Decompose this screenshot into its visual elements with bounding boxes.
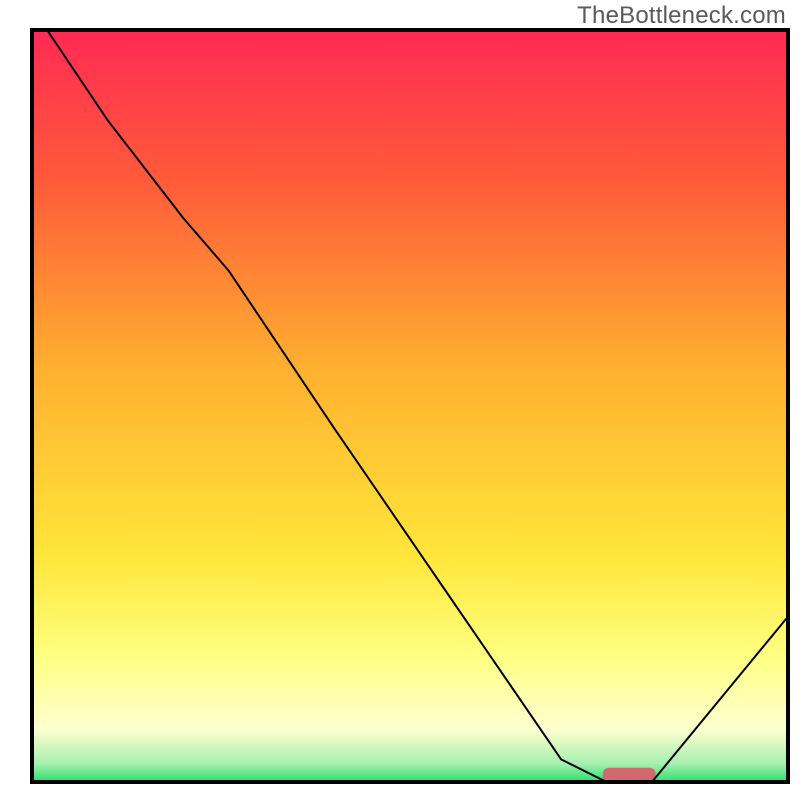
gradient-background <box>32 30 788 782</box>
chart-container: TheBottleneck.com <box>0 0 800 800</box>
watermark-text: TheBottleneck.com <box>577 2 786 30</box>
bottleneck-chart <box>0 0 800 800</box>
